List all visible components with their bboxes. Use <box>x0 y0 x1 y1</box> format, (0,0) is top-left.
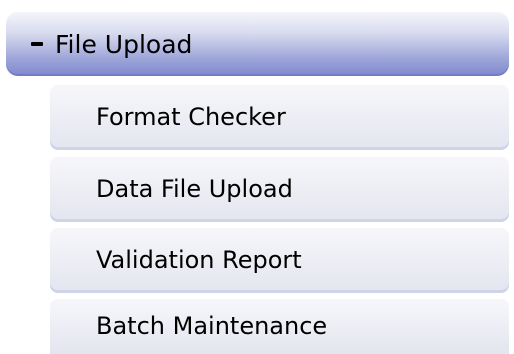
menu-item-batch-maintenance[interactable]: Batch Maintenance <box>50 298 509 354</box>
file-upload-menu: File Upload Format Checker Data File Upl… <box>0 0 514 354</box>
menu-item-label: Format Checker <box>96 103 286 131</box>
menu-item-format-checker[interactable]: Format Checker <box>50 84 509 150</box>
menu-item-data-file-upload[interactable]: Data File Upload <box>50 156 509 222</box>
menu-item-label: Batch Maintenance <box>96 312 328 340</box>
section-title: File Upload <box>55 29 193 59</box>
minus-icon[interactable] <box>31 42 43 46</box>
menu-item-validation-report[interactable]: Validation Report <box>50 227 509 293</box>
menu-item-label: Data File Upload <box>96 175 293 203</box>
menu-item-label: Validation Report <box>96 246 302 274</box>
file-upload-section-header[interactable]: File Upload <box>6 12 509 76</box>
